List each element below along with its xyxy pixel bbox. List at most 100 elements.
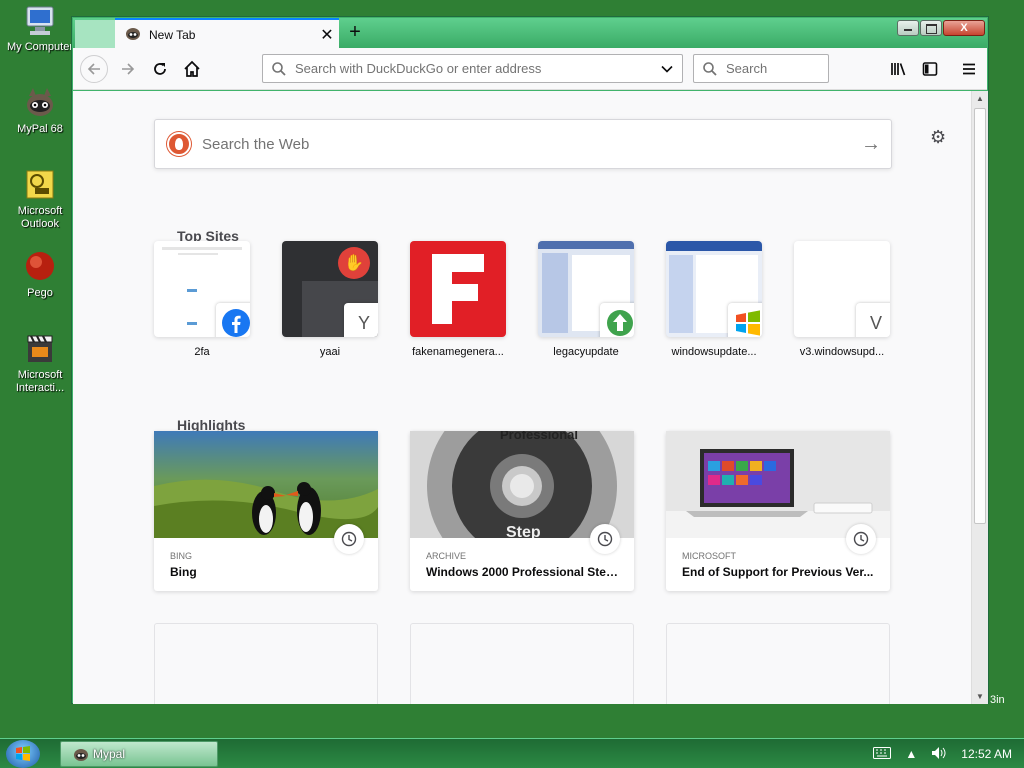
top-site-tile[interactable]: ✋ Y yaai [282, 241, 378, 358]
highlight-card[interactable]: MICROSOFT End of Support for Previous Ve… [666, 431, 890, 591]
tab-strip-spacer [75, 20, 115, 48]
address-bar[interactable]: Search with DuckDuckGo or enter address [262, 54, 683, 83]
highlight-title: End of Support for Previous Ver... [682, 565, 874, 579]
desktop-icon-mypal[interactable]: MyPal 68 [0, 86, 80, 136]
top-site-tile[interactable]: windowsupdate... [666, 241, 762, 358]
duckduckgo-icon [167, 132, 191, 156]
site-thumbnail [666, 241, 762, 337]
top-site-name: fakenamegenera... [412, 346, 504, 358]
browser-window: New Tab ✕ + X Search with DuckDuckGo or … [71, 16, 989, 704]
site-thumbnail [154, 241, 250, 337]
sidebar-icon [922, 62, 938, 76]
scroll-up-icon[interactable]: ▲ [976, 94, 984, 103]
top-site-tile[interactable]: 2fa [154, 241, 250, 358]
chevron-down-icon[interactable] [660, 62, 674, 76]
gear-icon[interactable]: ⚙ [930, 127, 946, 148]
highlight-source: BING [170, 551, 193, 561]
arrow-right-icon [122, 63, 135, 75]
close-window-button[interactable]: X [943, 20, 985, 36]
letter-badge: V [856, 303, 890, 337]
mypal-raccoon-icon [125, 25, 141, 44]
letter-badge: Y [344, 303, 378, 337]
highlight-title: Windows 2000 Professional Step... [426, 565, 622, 579]
clock-icon [590, 524, 620, 554]
top-site-tile[interactable]: legacyupdate [538, 241, 634, 358]
disc-label-professional: Professional [500, 431, 578, 442]
home-button[interactable] [178, 55, 206, 83]
clock-icon [334, 524, 364, 554]
desktop-icon-label: Microsoft Outlook [17, 205, 63, 230]
tab-close-icon[interactable]: ✕ [315, 25, 339, 45]
maximize-button[interactable] [920, 20, 942, 36]
minimize-button[interactable] [897, 20, 919, 36]
taskbar: Mypal ▲ 12:52 AM [0, 738, 1024, 768]
top-site-name: 2fa [194, 346, 210, 358]
top-site-name: windowsupdate... [671, 346, 757, 358]
sidebar-button[interactable] [916, 55, 944, 83]
scrollbar-thumb[interactable] [974, 108, 986, 524]
top-site-tile[interactable]: fakenamegenera... [410, 241, 506, 358]
vertical-scrollbar[interactable]: ▲ ▼ [971, 91, 988, 704]
highlight-image-cd: Professional Step [410, 431, 634, 538]
taskbar-button-mypal[interactable]: Mypal [60, 741, 218, 767]
clock-time[interactable]: 12:52 AM [961, 747, 1012, 761]
desktop-icon-label: MyPal 68 [17, 123, 63, 135]
windows-logo-icon [16, 746, 30, 761]
desktop-icon-label: Microsoft Interacti... [15, 369, 65, 394]
tab-strip: New Tab ✕ + X [73, 18, 987, 49]
arrow-right-icon[interactable]: → [851, 133, 891, 156]
reload-icon [154, 63, 166, 75]
highlight-title: Bing [170, 565, 197, 579]
desktop-icon-microsoft-interactive[interactable]: Microsoft Interacti... [0, 332, 80, 395]
show-hidden-icons-icon[interactable]: ▲ [905, 747, 917, 761]
top-site-name: v3.windowsupd... [799, 346, 885, 358]
tab-title: New Tab [149, 27, 196, 42]
arrow-left-icon [87, 63, 100, 75]
new-tab-page: Search the Web → ⚙ Top Sites 2fa ✋ Y yaa… [73, 91, 971, 704]
fakenamegenerator-logo-icon [410, 241, 506, 337]
volume-icon[interactable] [931, 746, 947, 763]
site-thumbnail: V [794, 241, 890, 337]
desktop-icon-label: Pego [27, 287, 53, 299]
desktop-icon-my-computer[interactable]: My Computer [0, 4, 80, 54]
search-bar-placeholder: Search [726, 61, 768, 76]
web-search-box[interactable]: Search the Web → [154, 119, 892, 169]
top-site-name: legacyupdate [553, 346, 619, 358]
window-controls: X [896, 20, 985, 36]
pego-icon [23, 250, 57, 284]
highlight-source: ARCHIVE [426, 551, 467, 561]
reload-button[interactable] [146, 55, 174, 83]
back-button[interactable] [80, 55, 108, 83]
desktop-icon-outlook[interactable]: Microsoft Outlook [0, 168, 80, 231]
outlook-icon [23, 168, 57, 202]
highlight-card[interactable]: Professional Step ARCHIVE Windows 2000 P… [410, 431, 634, 591]
tab-new-tab[interactable]: New Tab ✕ [115, 18, 339, 49]
new-tab-button[interactable]: + [343, 21, 367, 45]
search-bar[interactable]: Search [693, 54, 829, 83]
desktop-icon-pego[interactable]: Pego [0, 250, 80, 300]
top-site-name: yaai [319, 346, 341, 358]
scroll-down-icon[interactable]: ▼ [976, 692, 984, 701]
menu-button[interactable] [955, 55, 983, 83]
search-icon [271, 61, 287, 77]
disc-label-step: Step [506, 524, 541, 538]
update-arrow-icon [600, 303, 634, 337]
highlight-image-penguins [154, 431, 378, 538]
highlight-source: MICROSOFT [682, 551, 736, 561]
empty-highlight-slot [154, 623, 378, 704]
start-button[interactable] [6, 740, 40, 768]
empty-highlight-slot [410, 623, 634, 704]
empty-highlight-slot [666, 623, 890, 704]
library-button[interactable] [885, 55, 913, 83]
home-icon [184, 60, 200, 77]
desktop-icon-label: My Computer [6, 41, 74, 53]
highlight-card[interactable]: BING Bing [154, 431, 378, 591]
hamburger-menu-icon [963, 63, 975, 75]
keyboard-icon[interactable] [873, 746, 892, 762]
mypal-raccoon-icon [23, 86, 57, 120]
highlight-image-laptop [666, 431, 890, 538]
computer-icon [23, 4, 57, 38]
facebook-icon [216, 303, 250, 337]
forward-button[interactable] [114, 55, 142, 83]
top-site-tile[interactable]: V v3.windowsupd... [794, 241, 890, 358]
